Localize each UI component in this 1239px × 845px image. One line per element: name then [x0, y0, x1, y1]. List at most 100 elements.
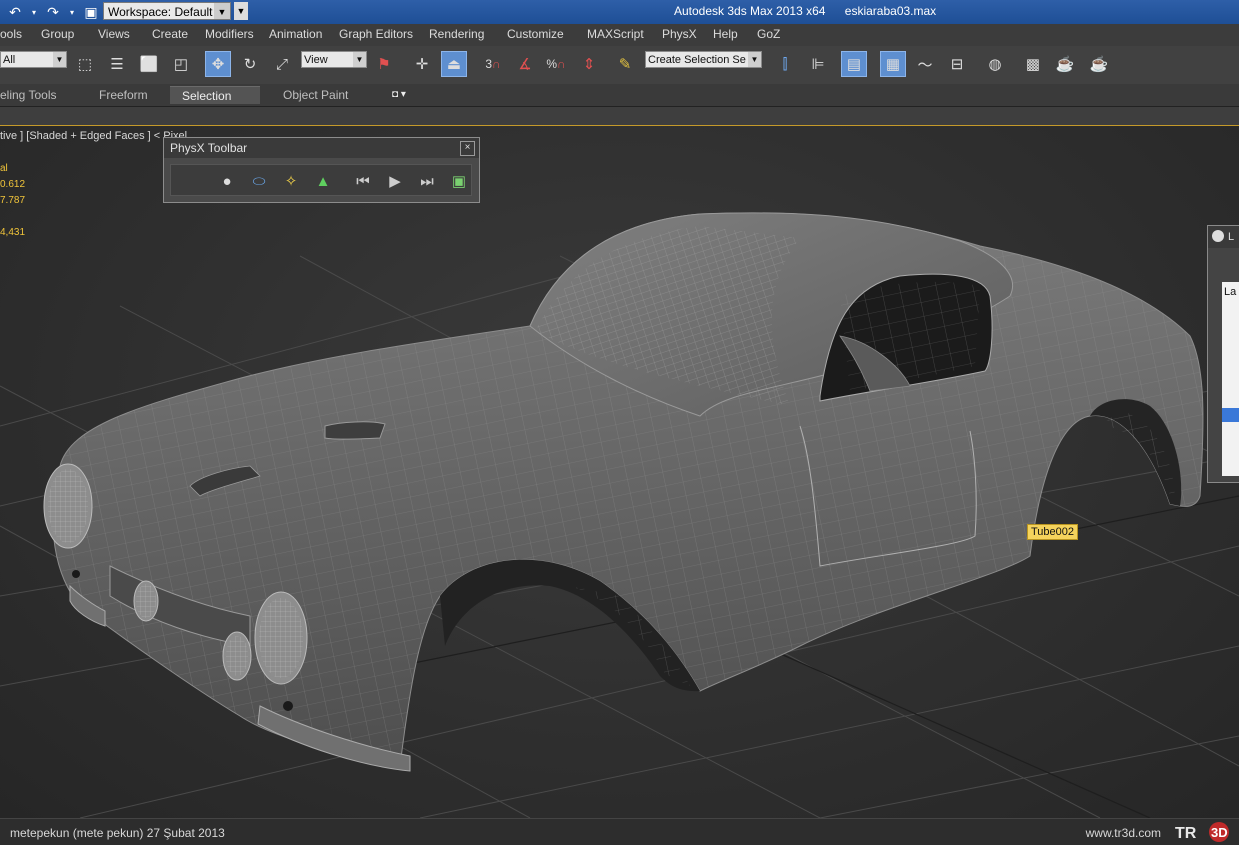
explorer-icon[interactable]: ▣ [447, 169, 471, 193]
reference-coordinate-select[interactable]: View ▼ [301, 51, 367, 68]
menu-group[interactable]: Group [41, 27, 74, 41]
tab-freeform[interactable]: Freeform [87, 86, 160, 104]
material-editor-icon[interactable]: ◍ [982, 51, 1008, 77]
chevron-down-icon: ▼ [214, 3, 230, 19]
rendered-frame-window-icon[interactable]: ☕ [1052, 51, 1078, 77]
author-credit: metepekun (mete pekun) 27 Şubat 2013 [10, 826, 225, 840]
menu-graph-editors[interactable]: Graph Editors [339, 27, 413, 41]
tab-selection[interactable]: Selection [170, 86, 260, 104]
schematic-view-icon[interactable]: ⊟ [944, 51, 970, 77]
spark-icon[interactable]: ✧ [279, 169, 303, 193]
pivot-center-icon[interactable]: ⚑ [371, 51, 397, 77]
render-setup-icon[interactable]: ▩ [1020, 51, 1046, 77]
sphere-icon[interactable]: ● [215, 169, 239, 193]
viewport-label[interactable]: tive ] [Shaded + Edged Faces ] < Pixel [0, 130, 187, 142]
select-object-icon[interactable]: ⬚ [72, 51, 98, 77]
redo-icon[interactable]: ↷ [42, 3, 64, 21]
menu-views[interactable]: Views [98, 27, 130, 41]
play-sim-icon[interactable]: ▶ [383, 169, 407, 193]
workspace-value: Workspace: Default [108, 5, 213, 19]
menu-help[interactable]: Help [713, 27, 738, 41]
window-crossing-icon[interactable]: ◰ [168, 51, 194, 77]
close-icon[interactable]: × [460, 141, 475, 156]
car-body[interactable] [43, 212, 1204, 772]
physx-toolbar-panel: PhysX Toolbar × ● ⬭ ✧ ▲ ⏮ ▶ ⏭ ▣ [163, 137, 480, 203]
menu-modifiers[interactable]: Modifiers [205, 27, 254, 41]
step-sim-icon[interactable]: ⏭ [415, 169, 439, 193]
chevron-down-icon: ▼ [748, 52, 761, 67]
file-name: eskiaraba03.max [844, 4, 937, 18]
svg-text:3D: 3D [1211, 825, 1228, 840]
reset-sim-icon[interactable]: ⏮ [351, 169, 375, 193]
select-manipulate-icon[interactable]: ✛ [409, 51, 435, 77]
menu-tools[interactable]: ools [0, 27, 22, 41]
undo-icon[interactable]: ↶ [4, 3, 26, 21]
workspace-select[interactable]: Workspace: Default ▼ [103, 2, 231, 20]
menu-goz[interactable]: GoZ [757, 27, 780, 41]
viewport-scene [0, 212, 1239, 818]
stats-line-2: 7.787 [0, 195, 26, 206]
render-production-icon[interactable]: ☕ [1086, 51, 1112, 77]
ribbon: eling Tools Freeform Selection Object Pa… [0, 84, 1239, 107]
layer-list[interactable]: La [1222, 282, 1239, 476]
edit-named-selection-icon[interactable]: ✎ [612, 51, 638, 77]
chevron-down-icon: ▼ [53, 52, 66, 67]
physx-button-bar: ● ⬭ ✧ ▲ ⏮ ▶ ⏭ ▣ [170, 164, 472, 196]
ribbon-panel-strip [0, 107, 1239, 126]
menu-create[interactable]: Create [152, 27, 188, 41]
stats-line-3: 4,431 [0, 227, 26, 238]
quick-access-toolbar: ↶ ▾ ↷ ▾ ▣ [0, 0, 102, 24]
footer-bar: metepekun (mete pekun) 27 Şubat 2013 www… [0, 818, 1239, 845]
capsule-icon[interactable]: ⬭ [247, 169, 271, 193]
menu-animation[interactable]: Animation [269, 27, 322, 41]
tab-modeling-tools[interactable]: eling Tools [0, 86, 68, 104]
physx-toolbar-title[interactable]: PhysX Toolbar [164, 138, 479, 158]
align-icon[interactable]: ⊫ [805, 51, 831, 77]
snaps-toggle-icon[interactable]: 3 ∩ [480, 51, 506, 77]
main-toolbar: All ▼ ⬚ ☰ ⬜ ◰ ✥ ↻ ⤢ View ▼ ⚑ ✛ ⏏ 3 ∩ ∡ % ∩… [0, 46, 1239, 85]
menu-rendering[interactable]: Rendering [429, 27, 484, 41]
quick-access-menu-button[interactable]: ▼ [234, 2, 248, 20]
percent-snap-icon[interactable]: % ∩ [543, 51, 569, 77]
selected-layer-row[interactable] [1222, 408, 1239, 422]
menu-bar: ools Group Views Create Modifiers Animat… [0, 24, 1239, 47]
title-bar: ↶ ▾ ↷ ▾ ▣ Workspace: Default ▼ ▼ Autodes… [0, 0, 1239, 24]
rectangular-selection-icon[interactable]: ⬜ [136, 51, 162, 77]
spinner-snap-icon[interactable]: ⇕ [576, 51, 602, 77]
move-icon[interactable]: ✥ [205, 51, 231, 77]
snap-label: 3 [485, 57, 493, 71]
viewport-perspective[interactable]: tive ] [Shaded + Edged Faces ] < Pixel a… [0, 126, 1239, 818]
named-selection-sets-select[interactable]: Create Selection Se ▼ [645, 51, 762, 68]
angle-snap-icon[interactable]: ∡ [512, 51, 538, 77]
tab-object-paint[interactable]: Object Paint [271, 86, 360, 104]
selection-filter-value: All [3, 54, 16, 66]
menu-physx[interactable]: PhysX [662, 27, 697, 41]
undo-dropdown-icon[interactable]: ▾ [29, 3, 39, 21]
tr3d-logo: TR 3D [1175, 822, 1229, 842]
selection-filter-select[interactable]: All ▼ [0, 51, 67, 68]
site-link[interactable]: www.tr3d.com [1086, 826, 1161, 840]
select-by-name-icon[interactable]: ☰ [104, 51, 130, 77]
curve-editor-icon[interactable]: 〜 [912, 51, 938, 77]
layer-explorer-panel: L La [1207, 225, 1239, 483]
layer-explorer-icon[interactable]: ▤ [841, 51, 867, 77]
svg-text:TR: TR [1175, 825, 1197, 842]
ribbon-options-icon[interactable]: ◘ ▾ [380, 86, 418, 104]
percent-snap-label: % [546, 57, 558, 71]
mirror-icon[interactable]: ⫿ [772, 51, 798, 77]
chevron-down-icon: ▼ [353, 52, 366, 67]
project-folder-icon[interactable]: ▣ [80, 3, 102, 21]
scale-icon[interactable]: ⤢ [269, 51, 295, 77]
rotate-icon[interactable]: ↻ [237, 51, 263, 77]
keyboard-shortcut-override-icon[interactable]: ⏏ [441, 51, 467, 77]
layer-app-icon [1212, 230, 1224, 242]
redo-dropdown-icon[interactable]: ▾ [67, 3, 77, 21]
cloth-icon[interactable]: ▲ [311, 169, 335, 193]
stats-line-1: 0.612 [0, 179, 26, 190]
window-title: Autodesk 3ds Max 2013 x64 eskiaraba03.ma… [674, 4, 952, 18]
menu-customize[interactable]: Customize [507, 27, 564, 41]
menu-maxscript[interactable]: MAXScript [587, 27, 644, 41]
layer-column-header: La [1224, 286, 1237, 298]
coord-system-value: View [304, 54, 328, 66]
scene-explorer-icon[interactable]: ▦ [880, 51, 906, 77]
